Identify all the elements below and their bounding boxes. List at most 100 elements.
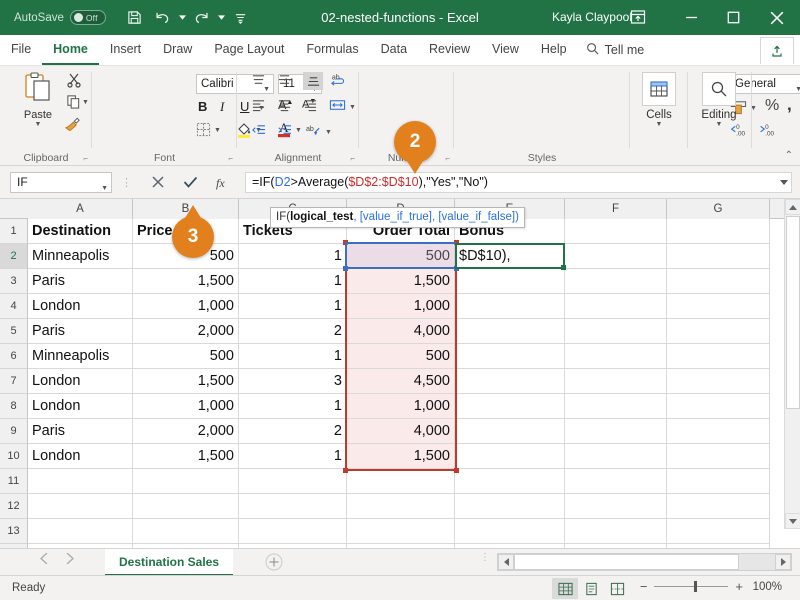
horizontal-scroll-thumb[interactable] xyxy=(514,554,739,570)
fill-handle[interactable] xyxy=(561,265,566,270)
autosave-toggle[interactable]: Off xyxy=(69,10,106,25)
normal-view-icon[interactable] xyxy=(552,578,578,599)
cut-icon[interactable] xyxy=(66,72,82,88)
grid-cell[interactable] xyxy=(565,494,667,519)
vertical-scrollbar[interactable] xyxy=(784,199,800,529)
grid-cell[interactable] xyxy=(667,244,770,269)
grid-cell[interactable] xyxy=(667,494,770,519)
cell-B6[interactable]: 500 xyxy=(133,344,239,369)
grid-cell[interactable] xyxy=(347,494,455,519)
zoom-slider[interactable] xyxy=(654,581,729,592)
row-header-12[interactable]: 12 xyxy=(0,494,28,519)
tell-me-box[interactable]: Tell me xyxy=(578,34,653,65)
cells-button[interactable]: Cells ▼ xyxy=(632,72,686,128)
bold-button[interactable]: B xyxy=(198,99,207,114)
cell-B4[interactable]: 1,000 xyxy=(133,294,239,319)
add-sheet-icon[interactable] xyxy=(265,553,283,571)
tab-page-layout[interactable]: Page Layout xyxy=(203,34,295,65)
cell-A10[interactable]: London xyxy=(28,444,133,469)
zoom-slider-knob[interactable] xyxy=(694,581,698,592)
horizontal-scrollbar[interactable] xyxy=(497,553,792,571)
grid-cell[interactable] xyxy=(667,344,770,369)
minimize-button[interactable] xyxy=(670,0,712,35)
cell-C4[interactable]: 1 xyxy=(239,294,347,319)
row-header-2[interactable]: 2 xyxy=(0,244,28,269)
grid-cell[interactable] xyxy=(565,419,667,444)
number-dialog-launcher[interactable]: ⌐ xyxy=(445,154,450,163)
cell-A2[interactable]: Minneapolis xyxy=(28,244,133,269)
row-header-11[interactable]: 11 xyxy=(0,469,28,494)
grid-cell[interactable] xyxy=(133,494,239,519)
grid-cell[interactable] xyxy=(667,269,770,294)
cell-C9[interactable]: 2 xyxy=(239,419,347,444)
grid-cell[interactable] xyxy=(667,219,770,244)
redo-dropdown-icon[interactable] xyxy=(217,6,226,30)
paste-dropdown-icon[interactable]: ▼ xyxy=(14,121,62,128)
autosave-control[interactable]: AutoSave Off xyxy=(14,10,106,25)
clipboard-dialog-launcher[interactable]: ⌐ xyxy=(83,154,88,163)
cancel-icon[interactable] xyxy=(142,171,174,193)
collapse-ribbon-icon[interactable]: ⌃ xyxy=(785,150,793,161)
scroll-right-icon[interactable] xyxy=(775,554,791,570)
sheet-splitter-grip[interactable]: ⋮ xyxy=(480,553,490,563)
editing-button[interactable]: Editing ▼ xyxy=(692,72,746,128)
grid-cell[interactable] xyxy=(565,319,667,344)
column-header-g[interactable]: G xyxy=(667,199,770,219)
undo-dropdown-icon[interactable] xyxy=(178,6,187,30)
copy-icon[interactable] xyxy=(66,94,81,109)
grid-cell[interactable] xyxy=(565,244,667,269)
row-header-9[interactable]: 9 xyxy=(0,419,28,444)
grid-cell[interactable] xyxy=(28,469,133,494)
increase-indent-icon[interactable] xyxy=(277,124,292,137)
cell-B5[interactable]: 2,000 xyxy=(133,319,239,344)
user-name[interactable]: Kayla Claypool xyxy=(552,10,632,24)
editing-dropdown-icon[interactable]: ▼ xyxy=(692,121,746,128)
grid-cell[interactable] xyxy=(565,444,667,469)
row-header-7[interactable]: 7 xyxy=(0,369,28,394)
tab-help[interactable]: Help xyxy=(530,34,578,65)
column-header-a[interactable]: A xyxy=(28,199,133,219)
grid-cell[interactable] xyxy=(28,494,133,519)
row-header-13[interactable]: 13 xyxy=(0,519,28,544)
grid-cell[interactable] xyxy=(347,519,455,544)
cell-A3[interactable]: Paris xyxy=(28,269,133,294)
comma-style-button[interactable]: , xyxy=(787,95,792,115)
row-header-1[interactable]: 1 xyxy=(0,219,28,244)
grid-cell[interactable] xyxy=(667,394,770,419)
row-header-6[interactable]: 6 xyxy=(0,344,28,369)
zoom-out-button[interactable]: − xyxy=(640,579,648,594)
borders-icon[interactable] xyxy=(196,122,211,137)
copy-dropdown-icon[interactable]: ▼ xyxy=(82,99,89,106)
grid-cell[interactable] xyxy=(667,369,770,394)
row-header-10[interactable]: 10 xyxy=(0,444,28,469)
cell-C10[interactable]: 1 xyxy=(239,444,347,469)
grid-cell[interactable] xyxy=(455,294,565,319)
page-break-preview-icon[interactable] xyxy=(604,578,630,599)
merge-dropdown-icon[interactable]: ▼ xyxy=(349,104,356,111)
zoom-level[interactable]: 100% xyxy=(750,581,782,593)
scroll-down-icon[interactable] xyxy=(785,513,800,529)
grid-cell[interactable] xyxy=(455,469,565,494)
tab-formulas[interactable]: Formulas xyxy=(296,34,370,65)
name-box[interactable]: IF ▼ xyxy=(10,171,112,193)
font-dialog-launcher[interactable]: ⌐ xyxy=(228,154,233,163)
ref-handle-bl[interactable] xyxy=(343,266,348,271)
range-handle-bl[interactable] xyxy=(343,468,348,473)
cells-dropdown-icon[interactable]: ▼ xyxy=(632,121,686,128)
scroll-up-icon[interactable] xyxy=(785,199,800,215)
enter-icon[interactable] xyxy=(174,171,206,193)
grid-cell[interactable] xyxy=(455,369,565,394)
grid-cell[interactable] xyxy=(667,294,770,319)
name-box-dropdown-icon[interactable]: ▼ xyxy=(101,179,108,198)
grid-cell[interactable] xyxy=(133,519,239,544)
cell-A7[interactable]: London xyxy=(28,369,133,394)
grid-cell[interactable] xyxy=(565,519,667,544)
tab-insert[interactable]: Insert xyxy=(99,34,152,65)
format-painter-icon[interactable] xyxy=(64,116,81,132)
row-header-3[interactable]: 3 xyxy=(0,269,28,294)
merge-center-icon[interactable] xyxy=(329,98,346,113)
grid-cell[interactable] xyxy=(455,444,565,469)
number-format-dropdown-icon[interactable]: ▼ xyxy=(795,81,800,99)
borders-dropdown-icon[interactable]: ▼ xyxy=(214,127,221,134)
cell-C5[interactable]: 2 xyxy=(239,319,347,344)
